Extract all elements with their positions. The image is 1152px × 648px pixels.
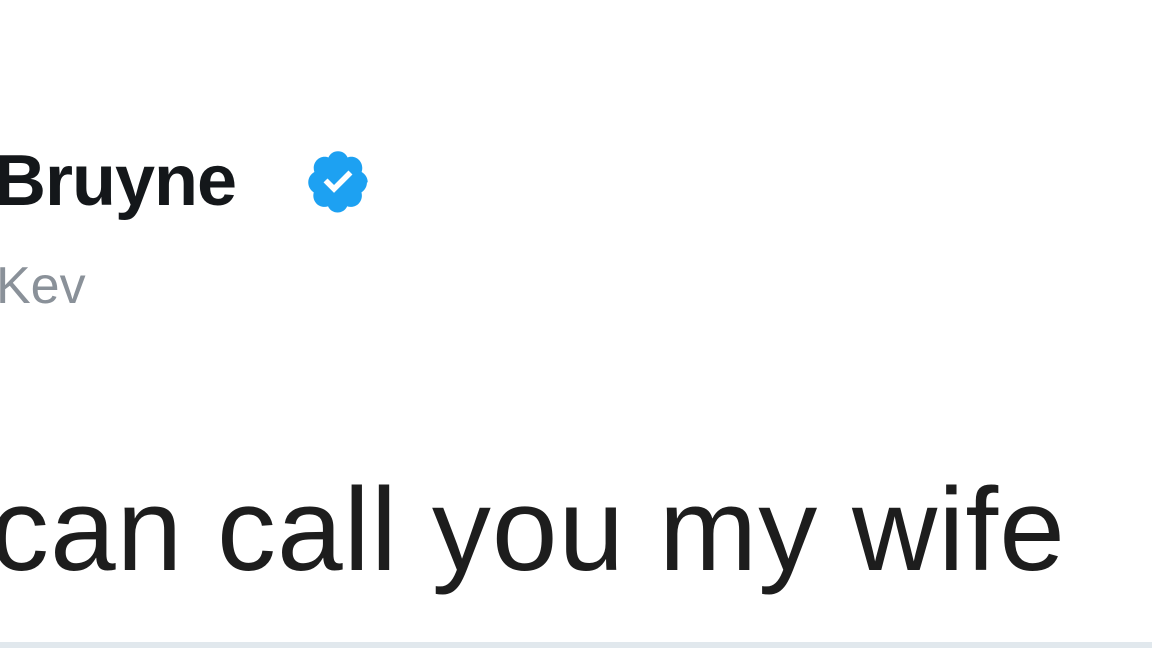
display-name[interactable]: Bruyne — [0, 136, 237, 226]
tweet-text: can call you my wife — [0, 464, 1066, 596]
divider — [0, 642, 1152, 648]
verified-badge-icon — [308, 151, 368, 213]
tweet-card: Bruyne Kev can call you my wife — [0, 0, 1152, 648]
user-handle[interactable]: Kev — [0, 254, 86, 318]
